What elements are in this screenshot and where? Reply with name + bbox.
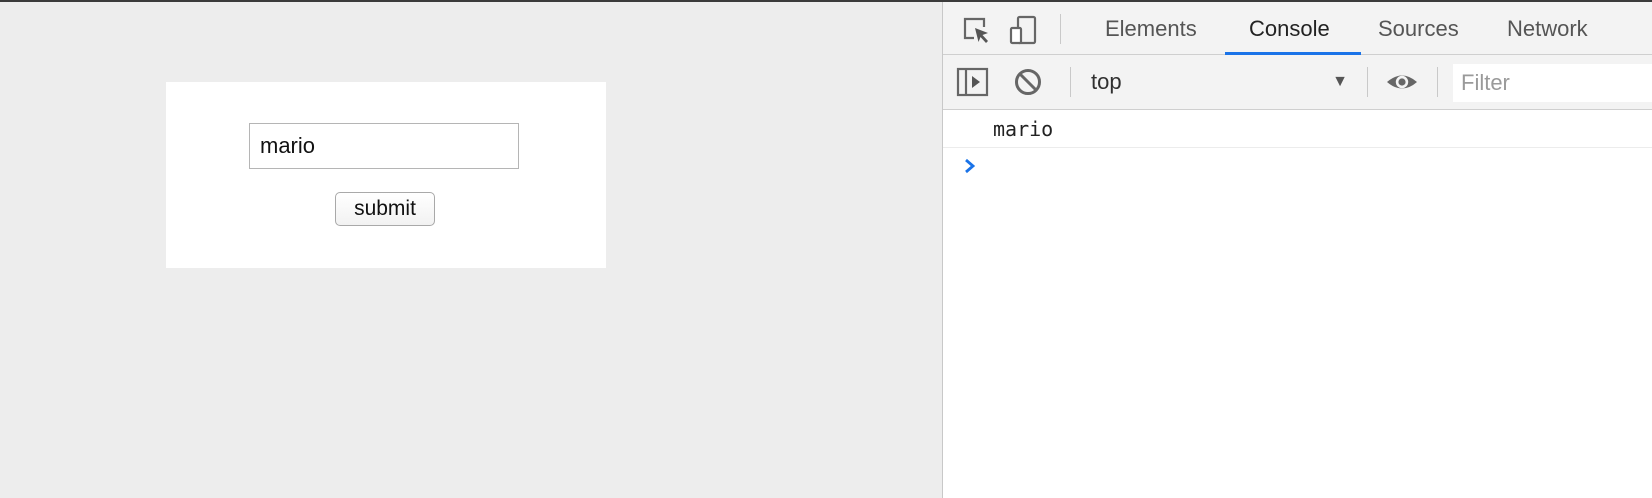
device-toolbar-icon[interactable] — [1007, 14, 1039, 46]
toolbar-separator-2 — [1367, 67, 1368, 97]
context-selector[interactable]: top ▼ — [1086, 63, 1356, 101]
tab-bar-separator — [1060, 14, 1061, 44]
caret-down-icon: ▼ — [1332, 73, 1348, 90]
console-toolbar: top ▼ — [943, 55, 1652, 110]
toolbar-separator-1 — [1070, 67, 1071, 97]
name-input[interactable] — [249, 123, 519, 169]
context-selector-label: top — [1091, 69, 1122, 94]
page-viewport: submit — [0, 2, 942, 498]
live-expression-eye-icon[interactable] — [1384, 66, 1420, 98]
select-element-icon[interactable] — [960, 14, 992, 46]
console-filter-input[interactable] — [1453, 64, 1652, 102]
console-prompt-chevron-icon — [963, 157, 977, 180]
console-message-text: mario — [993, 117, 1054, 141]
tab-sources[interactable]: Sources — [1378, 2, 1459, 55]
submit-button[interactable]: submit — [335, 192, 435, 226]
form-card: submit — [166, 82, 606, 268]
console-prompt[interactable] — [943, 148, 1652, 184]
tab-network[interactable]: Network — [1507, 2, 1588, 55]
devtools-panel: Elements Console Sources Network top ▼ F… — [942, 2, 1652, 498]
clear-console-icon[interactable] — [1012, 66, 1044, 98]
console-message-row: mario — [943, 110, 1652, 148]
tab-console[interactable]: Console — [1249, 2, 1330, 55]
tab-elements[interactable]: Elements — [1105, 2, 1197, 55]
devtools-tab-bar: Elements Console Sources Network — [943, 2, 1652, 55]
console-output: mario — [943, 110, 1652, 498]
show-console-sidebar-icon[interactable] — [956, 66, 989, 98]
toolbar-separator-3 — [1437, 67, 1438, 97]
